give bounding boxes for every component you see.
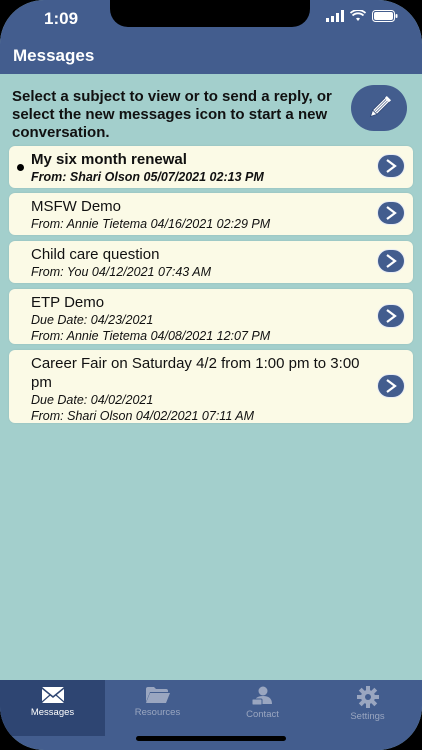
chevron-right-icon [386, 379, 397, 393]
message-due-date: Due Date: 04/23/2021 [31, 313, 154, 327]
message-from: From: Annie Tietema 04/08/2021 12:07 PM [31, 329, 271, 343]
phone-screen: 1:09 Messages Select a subject to view o… [0, 0, 422, 750]
folder-icon [145, 687, 170, 703]
home-indicator [136, 736, 286, 741]
message-item[interactable]: Career Fair on Saturday 4/2 from 1:00 pm… [9, 350, 413, 423]
status-icons [326, 10, 398, 22]
tab-label: Settings [350, 711, 385, 722]
message-from: From: Shari Olson 04/02/2021 07:11 AM [31, 409, 255, 423]
unread-indicator [17, 164, 24, 171]
open-message-button[interactable] [377, 374, 405, 398]
device-notch [110, 0, 310, 27]
message-subject: My six month renewal [31, 151, 187, 168]
status-time: 1:09 [44, 9, 79, 28]
new-message-button[interactable] [351, 85, 407, 131]
chevron-right-icon [386, 206, 397, 220]
battery-icon [372, 10, 398, 22]
instructions-text: Select a subject to view or to send a re… [12, 88, 332, 141]
tab-settings[interactable]: Settings [315, 680, 420, 736]
message-item[interactable]: ETP Demo Due Date: 04/23/2021 From: Anni… [9, 289, 413, 344]
tab-messages[interactable]: Messages [0, 680, 105, 736]
message-from: From: Shari Olson 05/07/2021 02:13 PM [31, 170, 264, 184]
message-subject: ETP Demo [31, 294, 105, 311]
wifi-icon [350, 10, 366, 21]
tab-label: Resources [134, 707, 181, 718]
open-message-button[interactable] [377, 249, 405, 273]
tab-label: Contact [246, 709, 279, 720]
open-message-button[interactable] [377, 201, 405, 225]
nav-bar: Messages [0, 36, 422, 74]
message-item[interactable]: MSFW Demo From: Annie Tietema 04/16/2021… [9, 193, 413, 235]
message-due-date: Due Date: 04/02/2021 [31, 393, 154, 407]
page-title: Messages [13, 46, 95, 65]
message-item[interactable]: My six month renewal From: Shari Olson 0… [9, 146, 413, 188]
message-item[interactable]: Child care question From: You 04/12/2021… [9, 241, 413, 283]
message-subject: Child care question [31, 246, 160, 263]
message-from: From: You 04/12/2021 07:43 AM [31, 265, 211, 279]
status-bar: 1:09 [0, 0, 422, 36]
message-from: From: Annie Tietema 04/16/2021 02:29 PM [31, 217, 271, 231]
chevron-right-icon [386, 159, 397, 173]
envelope-icon [41, 687, 64, 703]
signal-icon [326, 10, 344, 22]
tab-contact[interactable]: Contact [210, 680, 315, 736]
pencil-icon [369, 95, 392, 118]
open-message-button[interactable] [377, 304, 405, 328]
tab-resources[interactable]: Resources [105, 680, 210, 736]
message-subject: MSFW Demo [31, 198, 121, 215]
chevron-right-icon [386, 309, 397, 323]
chevron-right-icon [386, 254, 397, 268]
gear-icon [356, 686, 379, 708]
message-subject: Career Fair on Saturday 4/2 from 1:00 pm… [31, 355, 360, 391]
contact-card-icon [251, 686, 272, 706]
tab-label: Messages [30, 707, 75, 718]
open-message-button[interactable] [377, 154, 405, 178]
